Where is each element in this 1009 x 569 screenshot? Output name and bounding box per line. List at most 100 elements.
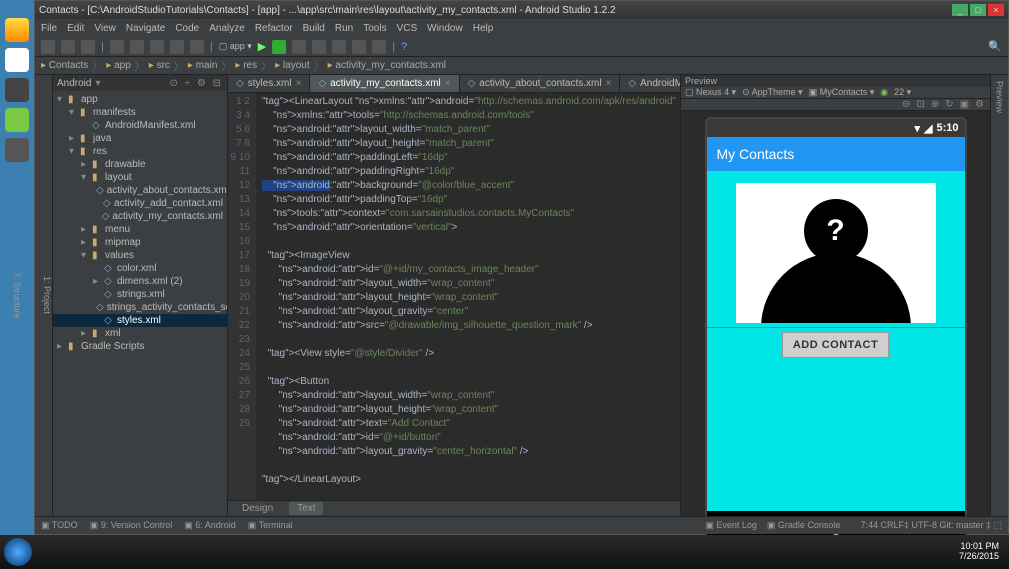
editor-tab[interactable]: ◇activity_my_contacts.xml × <box>310 75 459 92</box>
breadcrumb-item[interactable]: ▸ app <box>106 60 131 71</box>
tree-node[interactable]: ◇AndroidManifest.xml <box>53 119 227 132</box>
breadcrumb-item[interactable]: ▸ activity_my_contacts.xml <box>328 60 446 71</box>
minimize-button[interactable]: _ <box>952 4 968 16</box>
menu-help[interactable]: Help <box>473 23 494 34</box>
tab-design[interactable]: Design <box>234 502 281 515</box>
wifi-icon: ▾ <box>914 122 920 135</box>
menu-vcs[interactable]: VCS <box>397 23 418 34</box>
tool-window-tab[interactable]: ▣ Terminal <box>248 520 293 530</box>
menu-view[interactable]: View <box>94 23 116 34</box>
tool-window-tab[interactable]: ▣ Gradle Console <box>767 520 841 530</box>
help-icon[interactable]: ? <box>401 41 407 53</box>
activity-selector[interactable]: ▣ MyContacts ▾ <box>809 87 875 98</box>
menu-analyze[interactable]: Analyze <box>209 23 245 34</box>
breadcrumb-item[interactable]: ▸ res <box>235 60 257 71</box>
menu-run[interactable]: Run <box>335 23 353 34</box>
tree-node[interactable]: ▾▮values <box>53 249 227 262</box>
debug-icon[interactable] <box>272 40 286 54</box>
phone-preview: ▾ ◢ 5:10 My Contacts ? <box>705 117 967 547</box>
breadcrumb-item[interactable]: ▸ Contacts <box>41 60 88 71</box>
tool-icon-5[interactable] <box>372 40 386 54</box>
undo-icon[interactable] <box>110 40 124 54</box>
copy-icon[interactable] <box>170 40 184 54</box>
tree-node[interactable]: ◇strings_activity_contacts_settings.xml <box>53 301 227 314</box>
menu-window[interactable]: Window <box>427 23 463 34</box>
close-button[interactable]: × <box>988 4 1004 16</box>
menu-edit[interactable]: Edit <box>67 23 84 34</box>
project-tools[interactable]: ⊙ ÷ ⚙ ⊟ <box>169 78 223 89</box>
tool-icon-1[interactable] <box>292 40 306 54</box>
tree-node[interactable]: ▾▮res <box>53 145 227 158</box>
tree-node[interactable]: ▾▮manifests <box>53 106 227 119</box>
desktop-icon-5[interactable] <box>5 138 29 162</box>
menu-refactor[interactable]: Refactor <box>255 23 293 34</box>
tool-icon-2[interactable] <box>312 40 326 54</box>
tool-tab[interactable]: 7: Structure <box>12 272 22 319</box>
search-icon[interactable]: 🔍 <box>988 40 1002 53</box>
tree-node[interactable]: ▸▮drawable <box>53 158 227 171</box>
zoom-out-icon[interactable]: ⊖ <box>902 99 910 110</box>
chrome-icon[interactable] <box>5 18 29 42</box>
tree-node[interactable]: ◇strings.xml <box>53 288 227 301</box>
zoom-fit-icon[interactable]: ⊡ <box>916 99 924 110</box>
tree-node[interactable]: ◇activity_my_contacts.xml <box>53 210 227 223</box>
save-icon[interactable] <box>61 40 75 54</box>
add-contact-button[interactable]: ADD CONTACT <box>782 332 889 358</box>
tree-node[interactable]: ▾▮app <box>53 93 227 106</box>
tool-window-tab[interactable]: ▣ TODO <box>41 520 78 530</box>
tool-window-tab[interactable]: ▣ 6: Android <box>184 520 236 530</box>
taskbar-clock[interactable]: 10:01 PM 7/26/2015 <box>959 542 1005 562</box>
settings-icon[interactable]: ⚙ <box>975 99 984 110</box>
menu-navigate[interactable]: Navigate <box>126 23 165 34</box>
tree-node[interactable]: ▸▮mipmap <box>53 236 227 249</box>
project-view-selector[interactable]: Android <box>57 78 91 89</box>
run-icon[interactable]: ▶ <box>258 40 266 53</box>
zoom-in-icon[interactable]: ⊕ <box>931 99 939 110</box>
tree-node[interactable]: ◇activity_about_contacts.xml <box>53 184 227 197</box>
menu-tools[interactable]: Tools <box>363 23 386 34</box>
header-image: ? <box>736 183 936 323</box>
tree-node[interactable]: ▸▮Gradle Scripts <box>53 340 227 353</box>
menu-code[interactable]: Code <box>175 23 199 34</box>
tab-text[interactable]: Text <box>289 502 323 515</box>
tree-node[interactable]: ◇activity_add_contact.xml <box>53 197 227 210</box>
device-selector[interactable]: ▢ Nexus 4 ▾ <box>685 87 736 98</box>
tool-window-tab[interactable]: ▣ Event Log <box>705 520 757 530</box>
desktop-icon-3[interactable] <box>5 78 29 102</box>
tool-tab[interactable]: 1: Project <box>42 276 52 314</box>
editor-tab[interactable]: ◇styles.xml × <box>228 75 310 92</box>
tool-window-tab[interactable]: ▣ 9: Version Control <box>90 520 173 530</box>
paste-icon[interactable] <box>190 40 204 54</box>
menu-file[interactable]: File <box>41 23 57 34</box>
refresh-icon[interactable]: ↻ <box>945 99 953 110</box>
sync-icon[interactable] <box>81 40 95 54</box>
tree-node[interactable]: ◇color.xml <box>53 262 227 275</box>
tree-node[interactable]: ▸◇dimens.xml (2) <box>53 275 227 288</box>
tree-node[interactable]: ▾▮layout <box>53 171 227 184</box>
breadcrumb-item[interactable]: ▸ src <box>149 60 170 71</box>
android-studio-icon[interactable] <box>5 108 29 132</box>
app-title: My Contacts <box>717 146 795 162</box>
menu-build[interactable]: Build <box>303 23 325 34</box>
maximize-button[interactable]: □ <box>970 4 986 16</box>
breadcrumb-item[interactable]: ▸ layout <box>275 60 310 71</box>
redo-icon[interactable] <box>130 40 144 54</box>
desktop-icon-2[interactable] <box>5 48 29 72</box>
tree-node[interactable]: ▸▮java <box>53 132 227 145</box>
code-body[interactable]: "tag"><LinearLayout "ns">xmlns:"attr">an… <box>256 93 680 500</box>
sdk-icon[interactable] <box>352 40 366 54</box>
start-button[interactable] <box>4 538 32 566</box>
tree-node[interactable]: ▸▮xml <box>53 327 227 340</box>
editor-tab[interactable]: ◇activity_about_contacts.xml × <box>460 75 621 92</box>
project-tree[interactable]: ▾▮app▾▮manifests◇AndroidManifest.xml▸▮ja… <box>53 91 227 516</box>
tree-node[interactable]: ◇styles.xml <box>53 314 227 327</box>
avd-icon[interactable] <box>332 40 346 54</box>
right-tool-tabs[interactable]: Preview <box>990 75 1008 516</box>
open-icon[interactable] <box>41 40 55 54</box>
api-selector[interactable]: 22 ▾ <box>894 87 911 98</box>
crop-icon[interactable]: ▣ <box>960 99 969 110</box>
cut-icon[interactable] <box>150 40 164 54</box>
theme-selector[interactable]: ⊙ AppTheme ▾ <box>742 87 803 98</box>
tree-node[interactable]: ▸▮menu <box>53 223 227 236</box>
breadcrumb-item[interactable]: ▸ main <box>188 60 217 71</box>
